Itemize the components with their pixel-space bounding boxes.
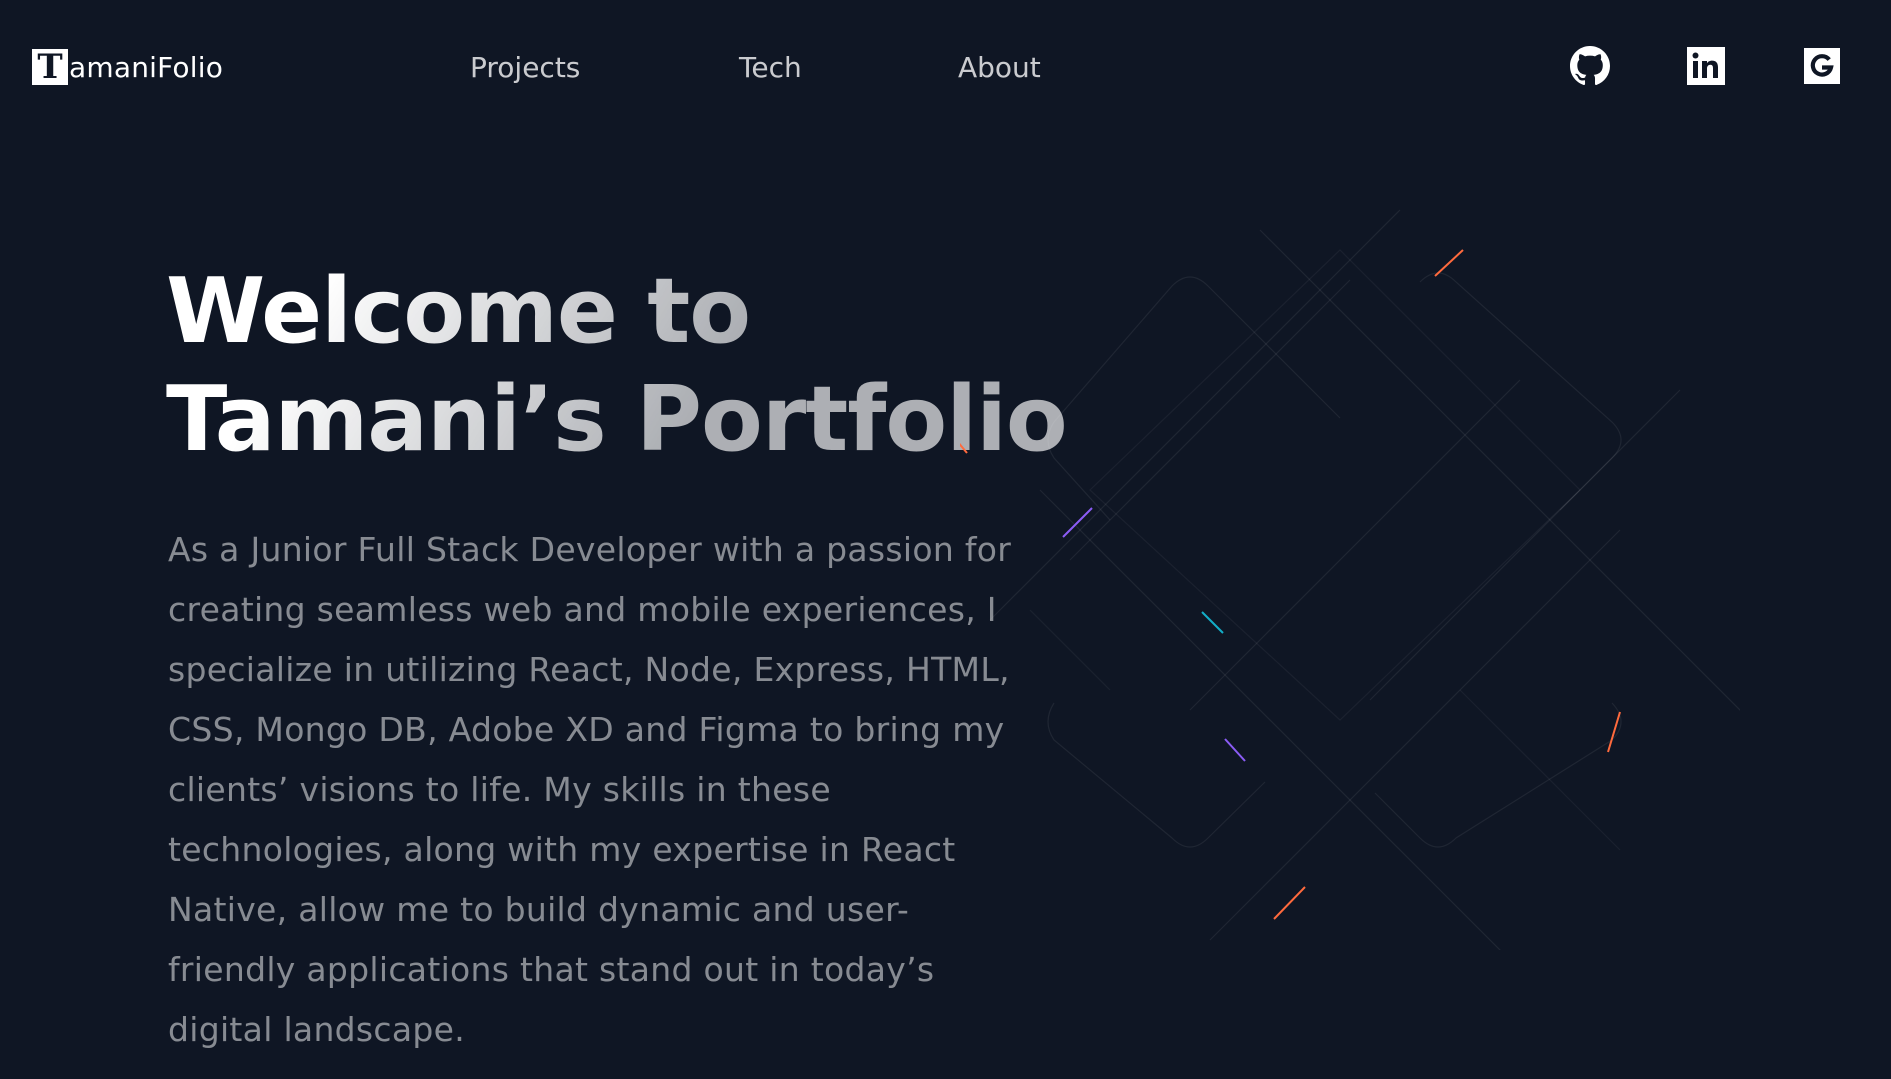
google-icon: [1804, 48, 1840, 84]
github-link[interactable]: [1570, 46, 1610, 86]
github-icon: [1570, 46, 1610, 86]
logo-text: amaniFolio: [69, 50, 224, 84]
nav-link-tech[interactable]: Tech: [739, 48, 802, 88]
linkedin-icon: [1687, 47, 1725, 85]
nav-link-about[interactable]: About: [958, 48, 1041, 88]
google-link[interactable]: [1802, 46, 1842, 86]
nav-link-projects[interactable]: Projects: [470, 48, 580, 88]
hero-title: Welcome to Tamani’s Portfolio: [166, 258, 1067, 474]
hero-description: As a Junior Full Stack Developer with a …: [168, 530, 1012, 1049]
logo-mark: T: [32, 49, 68, 85]
site-header: T amaniFolio Projects Tech About: [0, 0, 1891, 140]
linkedin-link[interactable]: [1686, 46, 1726, 86]
logo-mark-letter: T: [37, 47, 63, 87]
background-grid-art: [960, 209, 1740, 950]
hero-title-line-1: Welcome to: [166, 259, 751, 364]
logo-link[interactable]: T amaniFolio: [32, 48, 223, 86]
hero-title-line-2: Tamani’s Portfolio: [166, 367, 1067, 472]
